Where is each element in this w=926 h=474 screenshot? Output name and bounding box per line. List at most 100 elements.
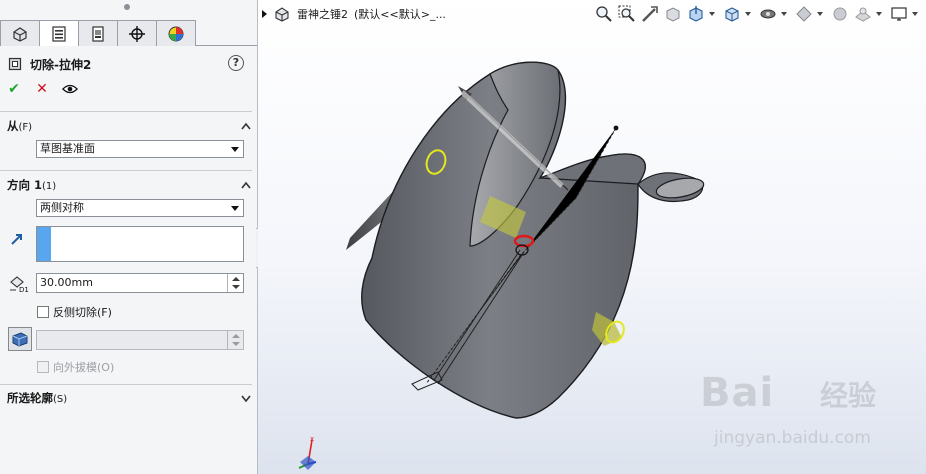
- zoom-to-fit-button[interactable]: [594, 4, 614, 24]
- previous-view-button[interactable]: [640, 4, 660, 24]
- group-selected-contours-header[interactable]: 所选轮廓(S): [7, 390, 251, 406]
- group-direction1-header[interactable]: 方向 1(1): [7, 177, 251, 193]
- breadcrumb[interactable]: 雷神之锤2 (默认<<默认>_...: [262, 4, 446, 24]
- draft-angle-spinner[interactable]: [227, 331, 243, 349]
- dynamic-annotation-icon: [689, 6, 703, 22]
- group-direction1-title: 方向 1(1): [7, 177, 56, 193]
- edit-appearance-icon: [833, 7, 847, 21]
- zoom-to-area-button[interactable]: [617, 4, 637, 24]
- group-from-header[interactable]: 从(F): [7, 118, 251, 134]
- direction-vector-selection-box[interactable]: [36, 226, 244, 262]
- separator: [0, 111, 252, 112]
- group-direction1-label: 方向 1: [7, 178, 43, 192]
- action-row: ✔ ✕: [6, 81, 78, 97]
- configuration-manager-icon: [92, 25, 104, 42]
- from-select[interactable]: 草图基准面: [36, 140, 244, 158]
- property-manager-icon: [52, 25, 66, 42]
- draft-toggle-button[interactable]: [8, 327, 32, 351]
- svg-text:x: x: [310, 435, 314, 443]
- display-style-button[interactable]: [758, 4, 778, 24]
- document-name: 雷神之锤2: [297, 8, 348, 21]
- spin-up-icon[interactable]: [232, 334, 240, 338]
- group-from-label: 从: [7, 119, 19, 133]
- configuration-name: (默认<<默认>_...: [354, 8, 446, 21]
- sketch-point: [613, 125, 619, 131]
- help-icon[interactable]: ?: [228, 55, 244, 71]
- tab-feature-manager[interactable]: [0, 20, 40, 46]
- preview-button[interactable]: [62, 81, 78, 97]
- previous-view-icon: [642, 6, 658, 22]
- model-body[interactable]: [361, 61, 646, 419]
- dropdown-arrow-icon[interactable]: [709, 12, 715, 16]
- group-direction1-shortcut: (1): [42, 181, 57, 192]
- apply-scene-button[interactable]: [853, 4, 873, 24]
- separator: [0, 170, 252, 171]
- group-selected-contours-label: 所选轮廓: [7, 391, 53, 405]
- section-view-button[interactable]: [663, 4, 683, 24]
- chevron-down-icon: [241, 395, 251, 402]
- draft-outward-row[interactable]: 向外拔模(O): [37, 359, 114, 375]
- hide-show-items-icon: [796, 6, 812, 22]
- view-settings-button[interactable]: [889, 4, 909, 24]
- heads-up-view-toolbar: [594, 2, 922, 26]
- tab-display-manager[interactable]: [156, 20, 196, 46]
- spin-down-icon[interactable]: [232, 342, 240, 346]
- dropdown-arrow-icon[interactable]: [817, 12, 823, 16]
- feature-manager-icon: [13, 26, 27, 42]
- depth-value: 30.00mm: [40, 276, 93, 289]
- ok-button[interactable]: ✔: [6, 81, 22, 97]
- manager-tabs: [0, 20, 257, 46]
- watermark-brand: Bai: [700, 370, 775, 416]
- depth-dimension-icon: D1: [10, 276, 29, 293]
- flip-side-to-cut-checkbox[interactable]: [37, 306, 49, 318]
- group-from-title: 从(F): [7, 118, 32, 134]
- depth-spinner[interactable]: [227, 274, 243, 292]
- edit-appearance-button[interactable]: [830, 4, 850, 24]
- end-condition-value: 两侧对称: [40, 201, 84, 214]
- spin-up-icon[interactable]: [232, 277, 240, 281]
- zoom-to-area-icon: [618, 5, 635, 22]
- draft-icon: [12, 332, 28, 347]
- tab-dimxpert-manager[interactable]: [117, 20, 157, 46]
- depth-input[interactable]: 30.00mm: [36, 273, 244, 293]
- zoom-to-fit-icon: [596, 6, 612, 22]
- expand-triangle-icon[interactable]: [262, 10, 267, 18]
- graphics-area[interactable]: 雷神之锤2 (默认<<默认>_... x Bai 经验 jingyan.baid…: [258, 0, 926, 474]
- draft-outward-label: 向外拔模(O): [53, 361, 115, 374]
- selection-indicator: [37, 227, 51, 261]
- tab-configuration-manager[interactable]: [78, 20, 118, 46]
- watermark-text: 经验: [820, 379, 877, 412]
- dropdown-arrow-icon[interactable]: [876, 12, 882, 16]
- dropdown-arrow-icon[interactable]: [745, 12, 751, 16]
- dropdown-arrow-icon: [231, 147, 239, 152]
- group-selected-contours-title: 所选轮廓(S): [7, 390, 67, 406]
- tab-property-manager[interactable]: [39, 20, 79, 46]
- dropdown-arrow-icon[interactable]: [912, 12, 918, 16]
- view-settings-icon: [891, 7, 907, 21]
- hide-show-items-button[interactable]: [794, 4, 814, 24]
- draft-outward-checkbox[interactable]: [37, 361, 49, 373]
- feature-title-row: 切除-拉伸2 ?: [8, 55, 250, 73]
- dropdown-arrow-icon[interactable]: [781, 12, 787, 16]
- view-orientation-button[interactable]: [722, 4, 742, 24]
- flip-side-to-cut-label: 反侧切除(F): [53, 306, 112, 319]
- panel-grip[interactable]: [0, 0, 257, 14]
- flip-side-to-cut-row[interactable]: 反侧切除(F): [37, 304, 112, 320]
- separator: [0, 384, 252, 385]
- eye-icon: [62, 84, 78, 94]
- end-condition-select[interactable]: 两侧对称: [36, 199, 244, 217]
- dropdown-arrow-icon: [231, 206, 239, 211]
- group-from-shortcut: (F): [18, 122, 33, 133]
- spin-down-icon[interactable]: [232, 285, 240, 289]
- chevron-up-icon: [241, 181, 251, 189]
- apply-scene-icon: [855, 7, 871, 22]
- dim-xpert-icon: [129, 25, 145, 42]
- cancel-button[interactable]: ✕: [34, 81, 50, 97]
- svg-text:D1: D1: [19, 286, 29, 293]
- reverse-direction-icon[interactable]: [10, 232, 24, 246]
- draft-angle-input[interactable]: [36, 330, 244, 350]
- chevron-up-icon: [241, 122, 251, 130]
- cut-extrude-icon: [8, 57, 22, 71]
- dynamic-annotation-button[interactable]: [686, 4, 706, 24]
- reference-triad-icon: x: [298, 435, 317, 470]
